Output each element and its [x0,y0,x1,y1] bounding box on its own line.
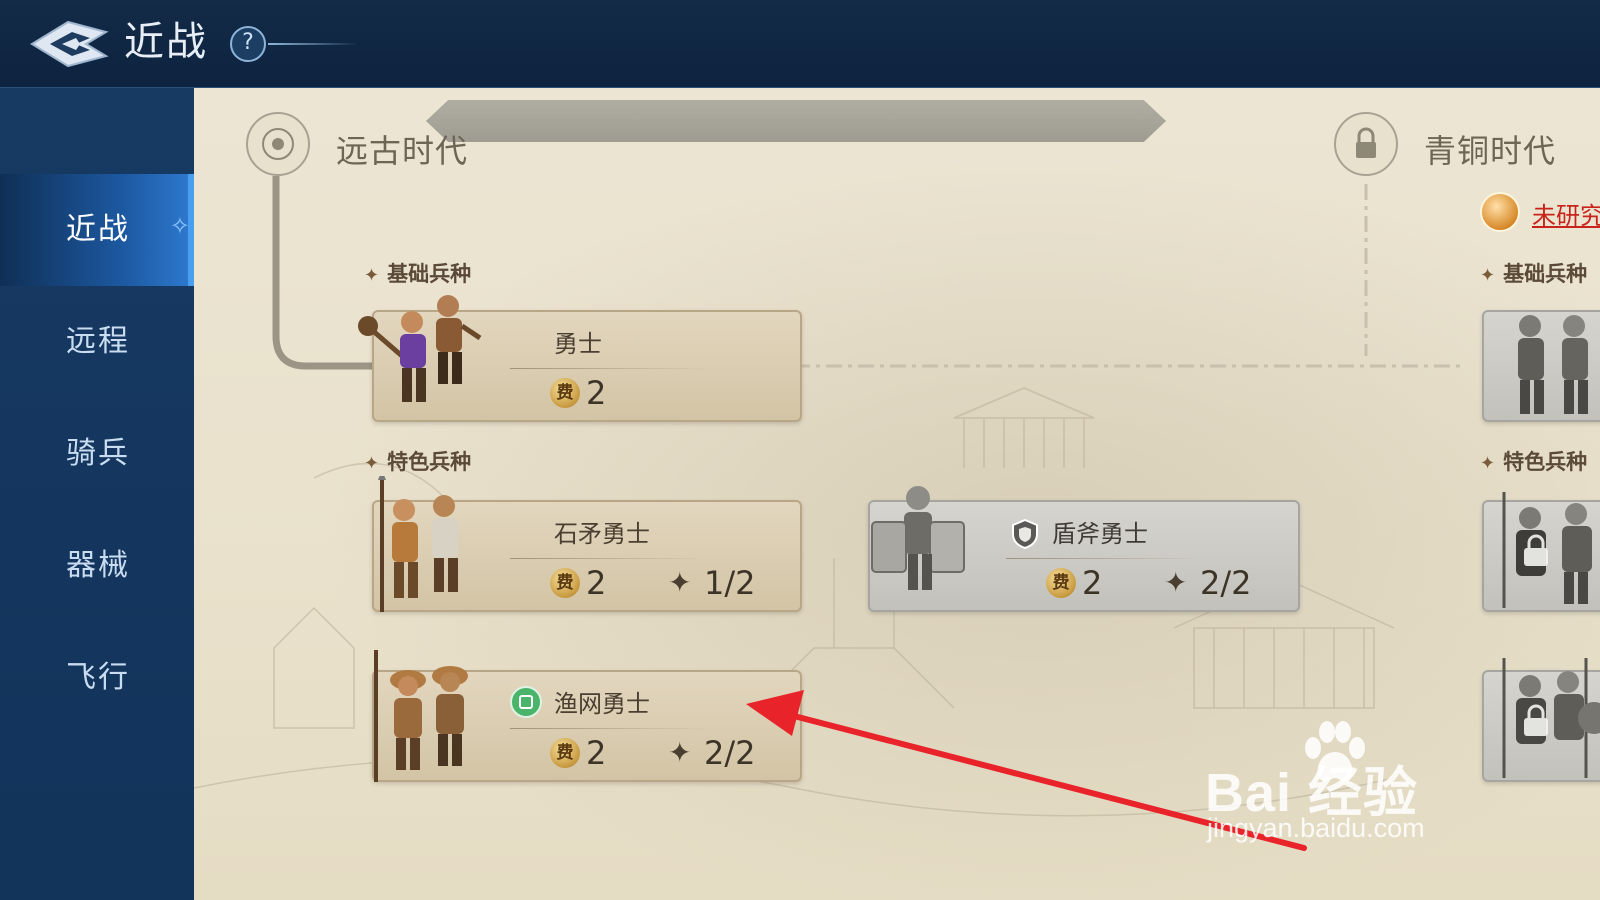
sidebar-item-label: 飞行 [66,660,130,695]
sidebar-item-melee[interactable]: 近战 ✧ [0,174,194,286]
sidebar-item-label: 近战 [66,212,130,247]
page-title: 近战 [124,19,208,65]
top-bar: 近战 ? [0,0,1600,88]
sidebar-item-flying[interactable]: 飞行 [0,622,194,734]
sidebar-item-ranged[interactable]: 远程 [0,286,194,398]
annotation-arrow [746,690,1307,851]
category-sidebar: 近战 ✧ 远程 骑兵 器械 飞行 [0,88,194,900]
selected-ornament-icon: ✧ [169,212,192,240]
sidebar-item-label: 骑兵 [66,436,130,471]
sidebar-item-cavalry[interactable]: 骑兵 [0,398,194,510]
tech-tree-panel[interactable]: 远古时代 青铜时代 未研究 ✦ 基础兵种 ✦ 特色兵种 ✦ 基础兵种 ✦ 特色兵种 [194,88,1600,900]
sidebar-item-label: 器械 [66,548,130,583]
help-line-decoration [268,43,358,45]
sidebar-item-label: 远程 [66,324,130,359]
back-arrow-icon[interactable] [28,16,110,72]
help-icon[interactable]: ? [230,26,266,62]
sidebar-item-siege[interactable]: 器械 [0,510,194,622]
